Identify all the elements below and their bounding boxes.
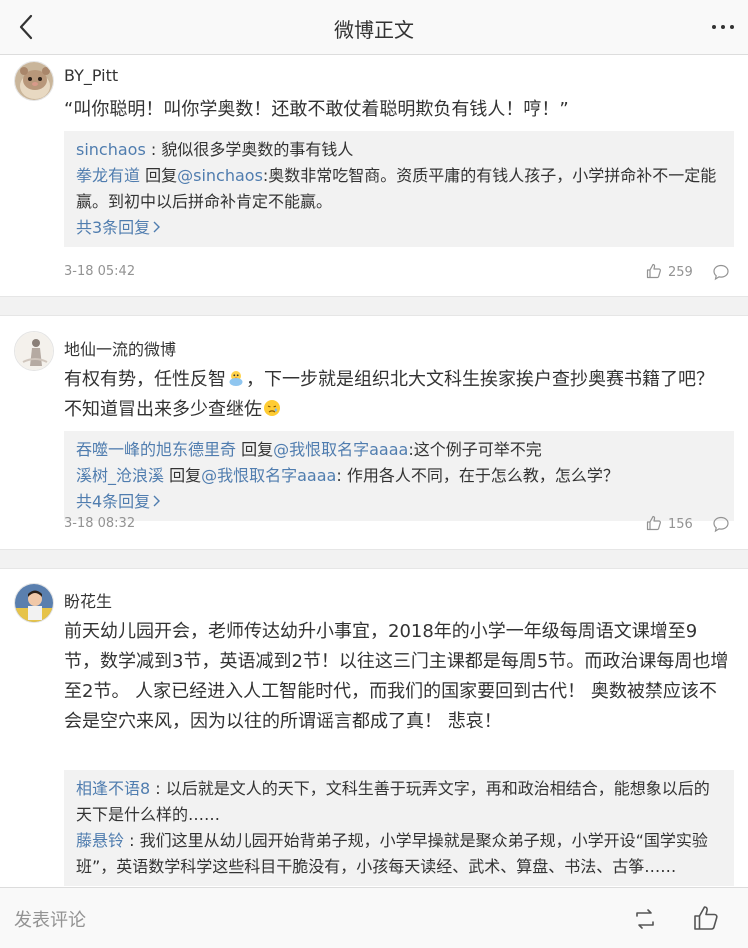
like-button[interactable]: 156 <box>646 515 693 532</box>
reply-separator: : <box>150 779 166 798</box>
comment-divider <box>0 549 748 569</box>
comment-item: BY_Pitt “叫你聪明！叫你学奥数！还敢不敢仗着聪明欺负有钱人！哼！” si… <box>0 55 748 296</box>
reply-separator: : <box>124 831 140 850</box>
bottom-like-button[interactable] <box>692 904 720 932</box>
reply-text: 貌似很多学奥数的事有钱人 <box>161 140 354 159</box>
chick-emoji-icon <box>229 371 243 386</box>
comment-username[interactable]: 盼花生 <box>64 588 112 612</box>
reply-mention[interactable]: @我恨取名字aaaa <box>273 440 408 459</box>
reply-box[interactable]: 吞噬一峰的旭东德里奇 回复@我恨取名字aaaa:这个例子可举不完 溪树_沧浪溪 … <box>64 431 734 521</box>
comment-timestamp: 3-18 08:32 <box>64 516 136 531</box>
reply-item: 溪树_沧浪溪 回复@我恨取名字aaaa: 作用各人不同，在于怎么教，怎么学？ <box>76 463 722 489</box>
avatar[interactable] <box>14 583 54 623</box>
comment-input[interactable]: 发表评论 <box>14 906 86 932</box>
reply-button[interactable] <box>712 515 730 533</box>
hamster-avatar-image <box>15 62 53 100</box>
more-replies-link[interactable]: 共3条回复 <box>76 215 162 241</box>
reply-username[interactable]: 相逢不语8 <box>76 779 150 798</box>
reply-mention[interactable]: @sinchaos <box>177 166 263 185</box>
comment-text: 前天幼儿园开会，老师传达幼升小事宜，2018年的小学一年级每周语文课增至9节，数… <box>64 621 729 732</box>
more-replies-label: 共4条回复 <box>76 492 151 511</box>
more-dots-icon <box>712 25 734 29</box>
bottom-action-bar: 发表评论 <box>0 887 748 948</box>
more-button[interactable] <box>710 14 736 40</box>
avatar[interactable] <box>14 331 54 371</box>
reply-username[interactable]: 藤悬铃 <box>76 831 124 850</box>
reply-verb: 回复 <box>140 166 178 185</box>
reply-box[interactable]: sinchaos : 貌似很多学奥数的事有钱人 拳龙有道 回复@sinchaos… <box>64 131 734 247</box>
comment-text: “叫你聪明！叫你学奥数！还敢不敢仗着聪明欺负有钱人！哼！” <box>64 99 569 120</box>
more-replies-label: 共3条回复 <box>76 218 151 237</box>
reply-item: 拳龙有道 回复@sinchaos:奥数非常吃智商。资质平庸的有钱人孩子，小学拼命… <box>76 163 722 215</box>
page-title: 微博正文 <box>334 18 414 42</box>
comment-item: 地仙一流的微博 有权有势，任性反智 ，下一步就是组织北大文科生挨家挨户查抄奥赛书籍… <box>0 316 748 549</box>
more-replies-link[interactable]: 共4条回复 <box>76 489 162 515</box>
figure-avatar-image <box>15 332 53 370</box>
reply-username[interactable]: 溪树_沧浪溪 <box>76 466 164 485</box>
repost-icon <box>636 909 654 929</box>
sad-face-emoji-icon <box>264 400 280 416</box>
avatar[interactable] <box>14 61 54 101</box>
reply-text: :这个例子可举不完 <box>408 440 542 459</box>
reply-item: 相逢不语8 : 以后就是文人的天下，文科生善于玩弄文字，再和政治相结合，能想象以… <box>76 776 722 828</box>
reply-button[interactable] <box>712 263 730 281</box>
reply-mention[interactable]: @我恨取名字aaaa <box>201 466 336 485</box>
thumbs-up-icon <box>646 263 661 279</box>
reply-username[interactable]: 拳龙有道 <box>76 166 140 185</box>
comment-text: 有权有势，任性反智 ，下一步就是组织北大文科生挨家挨户查抄奥赛书籍了吧？不知道冒出… <box>64 365 730 425</box>
thumbs-up-icon <box>646 515 661 531</box>
chevron-right-icon <box>153 221 161 233</box>
reply-username[interactable]: 吞噬一峰的旭东德里奇 <box>76 440 236 459</box>
reply-item: 藤悬铃 : 我们这里从幼儿园开始背弟子规，小学早操就是聚众弟子规，小学开设“国学… <box>76 828 722 880</box>
reply-text: 以后就是文人的天下，文科生善于玩弄文字，再和政治相结合，能想象以后的天下是什么样… <box>76 779 710 824</box>
comment-text-part: 有权有势，任性反智 <box>64 369 226 390</box>
comment-item: 盼花生 前天幼儿园开会，老师传达幼升小事宜，2018年的小学一年级每周语文课增至… <box>0 569 748 887</box>
reply-item: 吞噬一峰的旭东德里奇 回复@我恨取名字aaaa:这个例子可举不完 <box>76 437 722 463</box>
chevron-right-icon <box>153 495 161 507</box>
like-button[interactable]: 259 <box>646 263 693 280</box>
comment-username[interactable]: BY_Pitt <box>64 66 118 85</box>
comment-username[interactable]: 地仙一流的微博 <box>64 336 176 360</box>
repost-button[interactable] <box>632 906 658 932</box>
like-count: 259 <box>668 265 693 280</box>
reply-verb: 回复 <box>164 466 202 485</box>
reply-verb: 回复 <box>236 440 274 459</box>
reply-item: sinchaos : 貌似很多学奥数的事有钱人 <box>76 137 722 163</box>
reply-text: 我们这里从幼儿园开始背弟子规，小学早操就是聚众弟子规，小学开设“国学实验班”，英… <box>76 831 708 876</box>
comment-bubble-icon <box>713 264 729 281</box>
top-nav-bar: 微博正文 <box>0 0 748 55</box>
reply-text: : 作用各人不同，在于怎么教，怎么学？ <box>336 466 619 485</box>
child-photo-avatar-image <box>15 584 53 622</box>
comment-bubble-icon <box>713 516 729 533</box>
reply-separator: : <box>145 140 162 159</box>
comment-divider <box>0 296 748 316</box>
like-count: 156 <box>668 517 693 532</box>
reply-username[interactable]: sinchaos <box>76 140 146 159</box>
thumbs-up-icon <box>694 906 718 930</box>
comment-timestamp: 3-18 05:42 <box>64 264 136 279</box>
reply-box[interactable]: 相逢不语8 : 以后就是文人的天下，文科生善于玩弄文字，再和政治相结合，能想象以… <box>64 770 734 886</box>
comment-feed[interactable]: BY_Pitt “叫你聪明！叫你学奥数！还敢不敢仗着聪明欺负有钱人！哼！” si… <box>0 55 748 887</box>
